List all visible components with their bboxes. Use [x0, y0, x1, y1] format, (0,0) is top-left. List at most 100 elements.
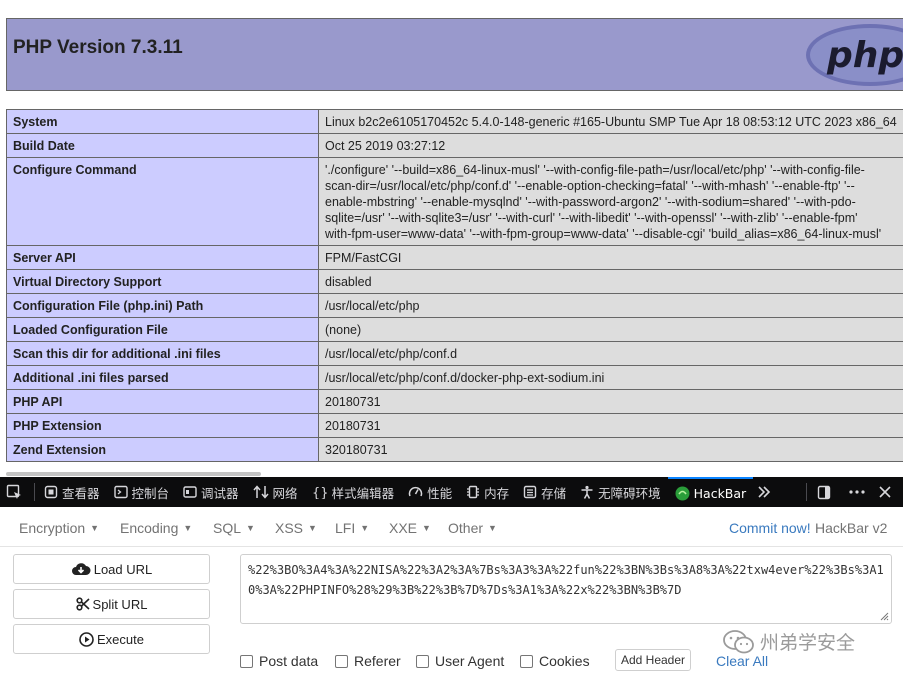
accessibility-icon — [581, 485, 593, 499]
row-value: disabled — [318, 269, 903, 294]
row-key: Zend Extension — [6, 437, 319, 462]
split-url-button[interactable]: Split URL — [13, 589, 210, 619]
hackbar-icon — [675, 486, 690, 500]
php-version-title: PHP Version 7.3.11 — [13, 37, 183, 58]
hackbar-panel: Encryption ▼ Encoding ▼ SQL ▼ XSS ▼ LFI ▼ XXE… — [0, 507, 903, 687]
more-tabs-button[interactable] — [753, 477, 779, 507]
inspector-icon — [44, 485, 58, 499]
ellipsis-icon — [849, 490, 865, 494]
checkbox-label: User Agent — [435, 653, 505, 669]
row-value: 20180731 — [318, 389, 903, 414]
element-picker-button[interactable] — [0, 477, 32, 507]
hackbar-version: HackBar v2 — [815, 520, 888, 536]
resize-handle-icon[interactable] — [879, 611, 889, 621]
table-row: Zend Extension 320180731 — [6, 437, 903, 462]
php-logo: php — [806, 24, 903, 86]
row-key: Server API — [6, 245, 319, 270]
menu-label: XSS — [275, 520, 304, 536]
scissors-icon — [75, 597, 90, 611]
table-row: Loaded Configuration File (none) — [6, 317, 903, 342]
menu-sql[interactable]: SQL ▼ — [213, 520, 255, 536]
commit-now-link[interactable]: Commit now! — [729, 520, 811, 536]
tab-memory[interactable]: 内存 — [459, 477, 516, 507]
menu-xss[interactable]: XSS ▼ — [275, 520, 317, 536]
row-key: PHP Extension — [6, 413, 319, 438]
dock-side-button[interactable] — [809, 477, 843, 507]
menu-encryption[interactable]: Encryption ▼ — [19, 520, 99, 536]
row-value: /usr/local/etc/php/conf.d/docker-php-ext… — [318, 365, 903, 390]
row-key: System — [6, 109, 319, 134]
tab-network[interactable]: 网络 — [246, 477, 305, 507]
row-value: /usr/local/etc/php/conf.d — [318, 341, 903, 366]
url-textarea[interactable]: %22%3BO%3A4%3A%22NISA%22%3A2%3A%7Bs%3A3%… — [240, 554, 892, 624]
execute-button[interactable]: Execute — [13, 624, 210, 654]
menu-lfi[interactable]: LFI ▼ — [335, 520, 369, 536]
referer-checkbox[interactable]: Referer — [335, 653, 401, 669]
style-editor-icon: {} — [312, 486, 328, 499]
table-row: Server API FPM/FastCGI — [6, 245, 903, 270]
row-key: Loaded Configuration File — [6, 317, 319, 342]
button-label: Split URL — [92, 596, 148, 612]
row-value: 320180731 — [318, 437, 903, 462]
console-icon — [113, 485, 128, 499]
row-value: './configure' '--build=x86_64-linux-musl… — [318, 157, 903, 246]
button-label: Execute — [97, 631, 144, 647]
checkbox-box[interactable] — [416, 654, 429, 668]
chevron-double-right-icon — [758, 486, 771, 498]
tab-accessibility[interactable]: 无障碍环境 — [573, 477, 668, 507]
menu-encoding[interactable]: Encoding ▼ — [120, 520, 192, 536]
checkbox-box[interactable] — [520, 654, 533, 668]
checkbox-box[interactable] — [335, 654, 348, 668]
performance-icon — [408, 486, 423, 497]
dock-icon — [817, 485, 831, 499]
menu-label: SQL — [213, 520, 242, 536]
svg-text:{}: {} — [312, 486, 328, 499]
post-data-checkbox[interactable]: Post data — [240, 653, 318, 669]
row-value: (none) — [318, 317, 903, 342]
devtools-menu-button[interactable] — [843, 477, 875, 507]
tab-inspector[interactable]: 查看器 — [37, 477, 107, 507]
table-row: Configure Command './configure' '--build=… — [6, 157, 903, 246]
caret-down-icon: ▼ — [308, 523, 317, 533]
load-url-button[interactable]: Load URL — [13, 554, 210, 584]
network-icon — [252, 485, 269, 499]
row-key: Build Date — [6, 133, 319, 158]
menu-other[interactable]: Other ▼ — [448, 520, 497, 536]
tab-style-editor[interactable]: {} 样式编辑器 — [305, 477, 402, 507]
tab-performance[interactable]: 性能 — [401, 477, 459, 507]
row-value: FPM/FastCGI — [318, 245, 903, 270]
tab-storage[interactable]: 存储 — [516, 477, 573, 507]
cookies-checkbox[interactable]: Cookies — [520, 653, 590, 669]
tab-hackbar[interactable]: HackBar — [667, 477, 754, 507]
row-key: Scan this dir for additional .ini files — [6, 341, 319, 366]
watermark-text: 州弟学安全 — [760, 632, 856, 654]
tab-debugger[interactable]: 调试器 — [176, 477, 246, 507]
checkbox-label: Post data — [259, 653, 319, 669]
tab-label: 内存 — [484, 485, 510, 501]
table-row: PHP API 20180731 — [6, 389, 903, 414]
tab-label: 性能 — [427, 485, 453, 501]
php-info-table: System Linux b2c2e6105170452c 5.4.0-148-g… — [6, 109, 903, 462]
tab-label: 控制台 — [131, 485, 170, 501]
menu-label: Other — [448, 520, 484, 536]
storage-icon — [523, 485, 537, 499]
tab-label: 无障碍环境 — [598, 485, 661, 501]
button-label: Load URL — [93, 561, 153, 577]
checkbox-label: Referer — [354, 653, 401, 669]
horizontal-scrollbar[interactable] — [6, 472, 261, 476]
hackbar-menu: Encryption ▼ Encoding ▼ SQL ▼ XSS ▼ LFI ▼ XXE… — [0, 507, 903, 547]
phpinfo-page: PHP Version 7.3.11 php System Linux b2c2e… — [0, 0, 903, 477]
checkbox-label: Cookies — [539, 653, 590, 669]
tab-console[interactable]: 控制台 — [107, 477, 177, 507]
add-header-button[interactable]: Add Header — [615, 649, 691, 671]
checkbox-box[interactable] — [240, 654, 253, 668]
url-text: %22%3BO%3A4%3A%22NISA%22%3A2%3A%7Bs%3A3%… — [248, 563, 884, 597]
user-agent-checkbox[interactable]: User Agent — [416, 653, 504, 669]
close-devtools-button[interactable] — [875, 477, 903, 507]
table-row: Scan this dir for additional .ini files /… — [6, 341, 903, 366]
menu-xxe[interactable]: XXE ▼ — [389, 520, 431, 536]
row-value: Oct 25 2019 03:27:12 — [318, 133, 903, 158]
clear-all-link[interactable]: Clear All — [716, 653, 768, 669]
table-row: Additional .ini files parsed/usr/local/e… — [6, 365, 903, 390]
row-value: 20180731 — [318, 413, 903, 438]
